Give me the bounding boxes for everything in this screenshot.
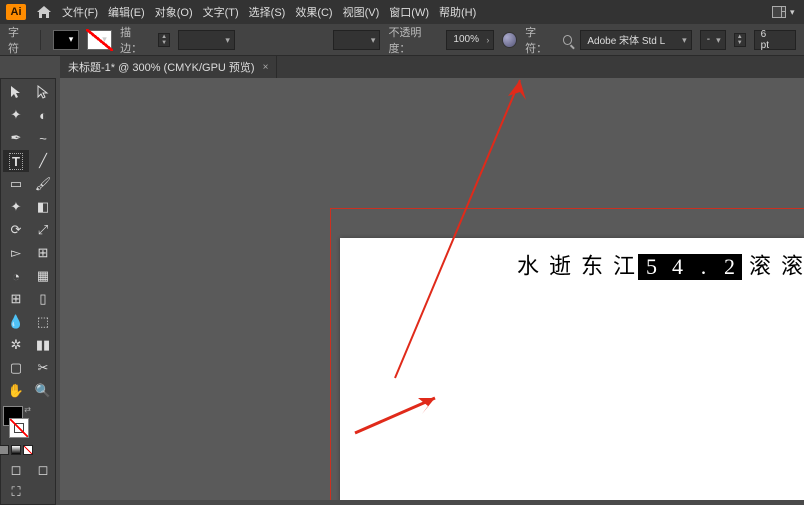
menu-effect[interactable]: 效果(C) <box>295 4 332 20</box>
hand-tool[interactable]: ✋ <box>3 380 29 402</box>
font-style-select[interactable]: -▾ <box>700 30 726 50</box>
char-label: 字符： <box>525 24 555 56</box>
artboard-tool[interactable]: ▢ <box>3 357 29 379</box>
close-icon[interactable]: × <box>263 62 269 73</box>
text-char: 江 <box>606 254 638 280</box>
opacity-value: 100% <box>453 34 479 45</box>
color-mode-solid[interactable] <box>0 445 9 455</box>
pen-tool[interactable]: ✒ <box>3 127 29 149</box>
rotate-tool[interactable]: ⟳ <box>3 219 29 241</box>
canvas-area[interactable]: 滚 滚 2 . 4 5 江 东 逝 水 <box>60 78 804 500</box>
shape-builder-tool[interactable]: ◔ <box>3 265 29 287</box>
search-icon <box>563 35 572 45</box>
stroke-profile-select[interactable]: ▾ <box>333 30 381 50</box>
menu-select[interactable]: 选择(S) <box>249 4 286 20</box>
menu-help[interactable]: 帮助(H) <box>439 4 476 20</box>
stroke-color-box[interactable] <box>9 418 29 438</box>
size-stepper[interactable]: ▲▼ <box>734 33 746 47</box>
toolbox: ✦ ◐ ✒ ~ T ╱ ▭ 🖌 ✦ ◧ ⟳ ⤢ ▻ ⊞ ◔ ▦ ⊞ ▯ 💧 ⬚ … <box>0 78 56 505</box>
fill-swatch[interactable]: ▾ <box>53 30 79 50</box>
color-mode-row <box>3 442 29 458</box>
menu-bar: Ai 文件(F) 编辑(E) 对象(O) 文字(T) 选择(S) 效果(C) 视… <box>0 0 804 24</box>
symbol-sprayer-tool[interactable]: ✲ <box>3 334 29 356</box>
text-char-selected: 2 <box>716 254 742 280</box>
font-size-value: 6 pt <box>761 29 777 51</box>
menu-type[interactable]: 文字(T) <box>203 4 239 20</box>
eyedropper-tool[interactable]: 💧 <box>3 311 29 333</box>
perspective-grid-tool[interactable]: ▦ <box>30 265 56 287</box>
workspace-switcher[interactable]: ▾ <box>772 6 798 18</box>
paintbrush-tool[interactable]: 🖌 <box>30 173 56 195</box>
stroke-label: 描边： <box>120 24 150 56</box>
app-logo: Ai <box>6 4 26 20</box>
type-tool[interactable]: T <box>3 150 29 172</box>
font-style-value: - <box>707 34 710 45</box>
text-char: 水 <box>510 254 542 280</box>
mesh-tool[interactable]: ⊞ <box>3 288 29 310</box>
menu-window[interactable]: 窗口(W) <box>389 4 429 20</box>
text-char-selected: . <box>690 254 716 280</box>
menu-object[interactable]: 对象(O) <box>155 4 193 20</box>
chevron-down-icon: ▾ <box>790 7 798 18</box>
stroke-width-select[interactable]: ▾ <box>178 30 235 50</box>
recolor-icon[interactable] <box>502 32 517 48</box>
menu-view[interactable]: 视图(V) <box>343 4 380 20</box>
free-transform-tool[interactable]: ⊞ <box>30 242 56 264</box>
draw-mode-behind[interactable]: ◻ <box>30 459 56 481</box>
fill-stroke-controls[interactable]: ⇄ <box>3 403 29 441</box>
document-tab-bar: 未标题-1* @ 300% (CMYK/GPU 预览) × <box>60 56 804 78</box>
text-char: 滚 <box>742 254 774 280</box>
magic-wand-tool[interactable]: ✦ <box>3 104 29 126</box>
color-mode-gradient[interactable] <box>11 445 21 455</box>
gradient-tool[interactable]: ▯ <box>30 288 56 310</box>
line-tool[interactable]: ╱ <box>30 150 56 172</box>
rectangle-tool[interactable]: ▭ <box>3 173 29 195</box>
swap-fill-stroke-icon[interactable]: ⇄ <box>24 405 31 414</box>
text-char-selected: 4 <box>664 254 690 280</box>
screen-mode-button[interactable]: ⛶ <box>3 482 29 502</box>
curvature-tool[interactable]: ~ <box>30 127 56 149</box>
stroke-swatch-none[interactable]: ▾ <box>87 30 113 50</box>
text-char: 逝 <box>542 254 574 280</box>
tab-title: 未标题-1* @ 300% (CMYK/GPU 预览) <box>68 59 255 75</box>
slice-tool[interactable]: ✂ <box>30 357 56 379</box>
blend-tool[interactable]: ⬚ <box>30 311 56 333</box>
home-icon[interactable] <box>36 5 52 19</box>
width-tool[interactable]: ▻ <box>3 242 29 264</box>
divider <box>40 30 41 50</box>
eraser-tool[interactable]: ◧ <box>30 196 56 218</box>
color-mode-none[interactable] <box>23 445 33 455</box>
direct-selection-tool[interactable] <box>30 81 56 103</box>
opacity-label: 不透明度： <box>388 24 438 56</box>
vertical-text-object[interactable]: 滚 滚 2 . 4 5 江 东 逝 水 <box>510 254 804 280</box>
document-tab[interactable]: 未标题-1* @ 300% (CMYK/GPU 预览) × <box>60 56 277 78</box>
font-size-select[interactable]: 6 pt <box>754 30 796 50</box>
zoom-tool[interactable]: 🔍 <box>30 380 56 402</box>
selection-tool[interactable] <box>3 81 29 103</box>
column-graph-tool[interactable]: ▮▮ <box>30 334 56 356</box>
text-char: 滚 <box>774 254 804 280</box>
panel-label: 字符 <box>8 24 28 56</box>
stroke-stepper[interactable]: ▲▼ <box>158 33 170 47</box>
font-family-select[interactable]: Adobe 宋体 Std L▾ <box>580 30 691 50</box>
menu-file[interactable]: 文件(F) <box>62 4 98 20</box>
menu-edit[interactable]: 编辑(E) <box>108 4 145 20</box>
font-name-value: Adobe 宋体 Std L <box>587 32 665 47</box>
opacity-input[interactable]: 100%› <box>446 30 494 50</box>
lasso-tool[interactable]: ◐ <box>30 104 56 126</box>
draw-mode-normal[interactable]: ◻ <box>3 459 29 481</box>
panel-layout-icon <box>772 6 786 18</box>
scale-tool[interactable]: ⤢ <box>30 219 56 241</box>
options-bar: 字符 ▾ ▾ 描边： ▲▼ ▾ ▾ 不透明度： 100%› 字符： Adobe … <box>0 24 804 56</box>
text-char: 东 <box>574 254 606 280</box>
shaper-tool[interactable]: ✦ <box>3 196 29 218</box>
artboard[interactable]: 滚 滚 2 . 4 5 江 东 逝 水 <box>340 238 804 500</box>
text-char-selected: 5 <box>638 254 664 280</box>
